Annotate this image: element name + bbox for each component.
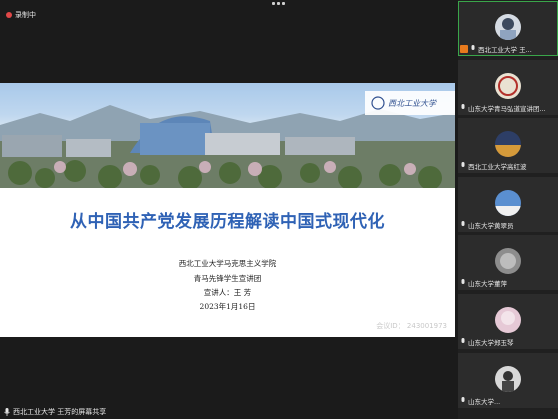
- mic-icon: [461, 337, 465, 343]
- participant-list[interactable]: 西北工业大学 王... 山东大学青马弘道宣讲团... 西北工业大学高红波 山东大…: [458, 0, 558, 419]
- slide-title: 从中国共产党发展历程解读中国式现代化: [70, 212, 385, 232]
- slide-line-date: 2023年1月16日: [199, 302, 256, 311]
- participant-name: 山东大学郑玉琴: [460, 336, 514, 347]
- avatar: [495, 131, 521, 157]
- layout-menu-icon[interactable]: [271, 0, 285, 8]
- mic-icon: [461, 103, 465, 109]
- participant-name: 西北工业大学高红波: [460, 160, 527, 171]
- screen-share-label: 西北工业大学 王芳的屏幕共享: [4, 406, 106, 417]
- participant-tile[interactable]: 山东大学郑玉琴: [458, 294, 558, 349]
- participant-name: 山东大学青马弘道宣讲团...: [460, 102, 546, 113]
- mic-icon: [4, 407, 10, 416]
- campus-photo: 西北工业大学: [0, 83, 455, 188]
- slide-line-school: 西北工业大学马克思主义学院: [178, 259, 277, 268]
- participant-tile[interactable]: 山东大学董萍: [458, 235, 558, 290]
- mic-icon: [461, 161, 465, 167]
- avatar: [495, 307, 521, 333]
- mic-icon: [461, 278, 465, 284]
- mic-icon: [461, 396, 465, 402]
- participant-name: 山东大学董萍: [460, 277, 507, 288]
- participant-name: 山东大学黄翠员: [460, 219, 514, 230]
- recording-label: 录制中: [15, 11, 36, 19]
- participant-tile[interactable]: 西北工业大学高红波: [458, 118, 558, 173]
- mic-icon: [471, 44, 475, 50]
- sharing-text: 西北工业大学 王芳的屏幕共享: [13, 407, 107, 416]
- avatar: [495, 73, 521, 99]
- slide-line-team: 青马先锋学生宣讲团: [193, 274, 262, 283]
- slide-line-speaker: 宣讲人：王 芳: [203, 288, 252, 297]
- avatar: [495, 248, 521, 274]
- participant-tile[interactable]: 山东大学青马弘道宣讲团...: [458, 60, 558, 115]
- university-logo-text: 西北工业大学: [388, 99, 436, 108]
- avatar: [495, 366, 521, 392]
- participant-name: 山东大学...: [460, 395, 500, 406]
- host-icon: [460, 44, 468, 53]
- mic-icon: [461, 220, 465, 226]
- recording-indicator[interactable]: 录制中: [6, 9, 36, 21]
- shared-slide: 西北工业大学 从中国共产党发展历程解读中国式现代化 西北工业大学马克思主义学院 …: [0, 83, 455, 337]
- meeting-watermark: 会议ID： 243001973: [376, 322, 447, 330]
- record-dot-icon: [6, 12, 12, 18]
- participant-tile[interactable]: 西北工业大学 王...: [458, 1, 558, 56]
- participant-tile[interactable]: 山东大学...: [458, 353, 558, 408]
- avatar: [495, 14, 521, 40]
- avatar: [495, 190, 521, 216]
- participant-tile[interactable]: 山东大学黄翠员: [458, 177, 558, 232]
- participant-name: 西北工业大学 王...: [460, 43, 532, 54]
